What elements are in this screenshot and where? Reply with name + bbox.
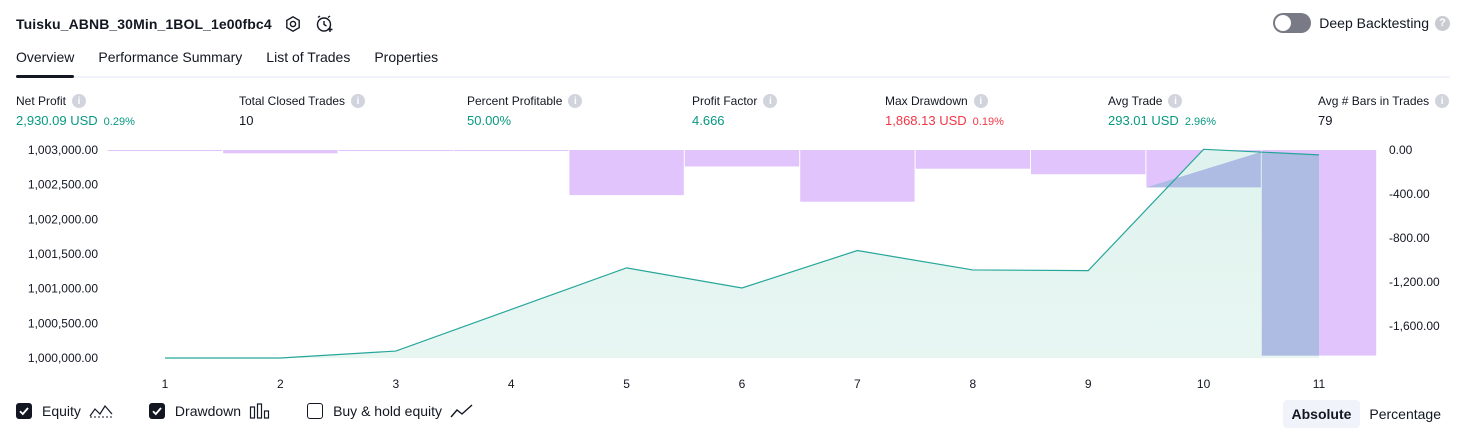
strategy-header: Tuisku_ABNB_30Min_1BOL_1e00fbc4 <box>16 12 336 36</box>
info-icon[interactable]: i <box>1435 94 1450 108</box>
metric-label: Avg # Bars in Trades <box>1318 94 1430 108</box>
metric-label: Profit Factor <box>692 94 758 108</box>
info-icon[interactable]: i <box>568 94 583 108</box>
metric-value: 2,930.09 USD <box>16 113 98 128</box>
tab-overview[interactable]: Overview <box>16 44 75 78</box>
metric-avg-bars-in-trades: Avg # Bars in Trades i 79 <box>1318 93 1450 128</box>
metric-value: 1,868.13 USD <box>885 113 967 128</box>
buy-hold-line-icon <box>450 403 474 419</box>
toggle-knob <box>1275 15 1292 31</box>
deep-backtesting-control: Deep Backtesting ? <box>1273 13 1450 33</box>
y-right-tick-label: -400.00 <box>1389 187 1430 201</box>
y-left-tick-label: 1,001,500.00 <box>28 247 98 261</box>
metric-net-profit: Net Profit i 2,930.09 USD 0.29% <box>16 93 135 128</box>
drawdown-checkbox[interactable] <box>148 403 165 419</box>
info-icon[interactable]: i <box>973 94 988 108</box>
drawdown-bar <box>915 150 1030 169</box>
metric-label: Percent Profitable <box>467 94 563 108</box>
equity-area <box>165 149 1319 358</box>
info-icon[interactable]: i <box>763 94 778 108</box>
drawdown-bar <box>223 150 338 154</box>
metric-value: 4.666 <box>692 113 725 128</box>
equity-drawdown-chart: 1,003,000.00 1,002,500.00 1,002,000.00 1,00… <box>28 143 1440 391</box>
x-tick-label: 7 <box>854 377 861 391</box>
deep-backtesting-label: Deep Backtesting <box>1319 15 1429 31</box>
x-tick-label: 6 <box>739 377 746 391</box>
drawdown-bar <box>800 150 915 202</box>
drawdown-bar <box>107 150 223 151</box>
metric-max-drawdown: Max Drawdown i 1,868.13 USD 0.19% <box>885 93 1004 128</box>
legend-label: Drawdown <box>174 403 242 419</box>
drawdown-bar <box>569 150 684 196</box>
report-tabs: Overview Performance Summary List of Tra… <box>16 44 1450 78</box>
drawdown-bar <box>338 150 453 151</box>
metric-value: 293.01 USD <box>1108 113 1179 128</box>
drawdown-bar <box>684 150 800 167</box>
chart-legend: Equity Drawdown Buy & hold equity <box>16 403 510 419</box>
legend-equity[interactable]: Equity <box>16 403 113 419</box>
x-tick-label: 3 <box>392 377 399 391</box>
x-tick-label: 1 <box>162 377 169 391</box>
x-tick-label: 4 <box>508 377 515 391</box>
add-alert-clock-icon[interactable] <box>314 13 336 35</box>
buy-hold-checkbox[interactable] <box>307 403 324 419</box>
y-left-tick-label: 1,002,000.00 <box>28 212 98 226</box>
tab-list-of-trades[interactable]: List of Trades <box>266 44 350 76</box>
view-mode-switch: Absolute Percentage <box>1282 400 1451 428</box>
checkmark-icon <box>19 407 29 416</box>
metric-value: 79 <box>1318 113 1333 128</box>
legend-buy-hold-equity[interactable]: Buy & hold equity <box>307 403 474 419</box>
drawdown-bar <box>454 150 569 151</box>
equity-line-icon <box>89 403 113 419</box>
settings-gear-icon[interactable] <box>282 13 304 35</box>
metric-total-closed-trades: Total Closed Trades i 10 <box>239 93 366 128</box>
metric-percent: 0.19% <box>972 116 1004 128</box>
info-icon[interactable]: i <box>351 94 366 108</box>
legend-label: Equity <box>42 403 81 419</box>
x-tick-label: 2 <box>277 377 284 391</box>
metric-percent: 2.96% <box>1184 116 1217 128</box>
y-left-tick-label: 1,001,000.00 <box>28 282 98 296</box>
x-tick-label: 11 <box>1313 377 1326 391</box>
legend-drawdown[interactable]: Drawdown <box>148 403 271 419</box>
y-right-tick-label: -800.00 <box>1389 231 1430 245</box>
tab-performance-summary[interactable]: Performance Summary <box>98 44 242 76</box>
metric-profit-factor: Profit Factor i 4.666 <box>692 93 778 128</box>
strategy-title: Tuisku_ABNB_30Min_1BOL_1e00fbc4 <box>16 16 272 32</box>
y-left-tick-label: 1,000,000.00 <box>28 351 98 365</box>
x-tick-label: 8 <box>969 377 976 391</box>
checkmark-icon <box>152 407 162 416</box>
percentage-mode-button[interactable]: Percentage <box>1360 400 1450 428</box>
metric-value: 10 <box>239 113 254 128</box>
drawdown-bars-icon <box>249 403 271 419</box>
metric-percent: 0.29% <box>103 116 135 128</box>
y-left-tick-label: 1,002,500.00 <box>28 178 98 192</box>
metric-label: Net Profit <box>16 94 67 108</box>
overlap-region <box>1261 152 1319 356</box>
y-right-tick-label: 0.00 <box>1389 143 1413 157</box>
y-left-tick-label: 1,003,000.00 <box>28 143 98 157</box>
x-tick-label: 9 <box>1085 377 1092 391</box>
metric-label: Total Closed Trades <box>239 94 346 108</box>
info-icon[interactable]: i <box>72 94 87 108</box>
metric-label: Max Drawdown <box>885 94 968 108</box>
x-tick-label: 5 <box>623 377 630 391</box>
drawdown-bar <box>1031 150 1146 175</box>
x-tick-label: 10 <box>1197 377 1211 391</box>
deep-backtesting-toggle[interactable] <box>1273 13 1312 33</box>
help-icon[interactable]: ? <box>1435 15 1450 31</box>
metric-percent-profitable: Percent Profitable i 50.00% <box>467 93 583 128</box>
tab-properties[interactable]: Properties <box>374 44 438 76</box>
absolute-mode-button[interactable]: Absolute <box>1282 400 1361 428</box>
equity-checkbox[interactable] <box>16 403 32 419</box>
metric-avg-trade: Avg Trade i 293.01 USD 2.96% <box>1108 93 1216 128</box>
metric-value: 50.00% <box>467 113 512 128</box>
legend-label: Buy & hold equity <box>333 403 443 419</box>
y-right-tick-label: -1,600.00 <box>1389 319 1440 333</box>
y-right-tick-label: -1,200.00 <box>1389 275 1440 289</box>
metric-label: Avg Trade <box>1108 94 1163 108</box>
y-left-tick-label: 1,000,500.00 <box>28 316 98 330</box>
info-icon[interactable]: i <box>1168 94 1183 108</box>
